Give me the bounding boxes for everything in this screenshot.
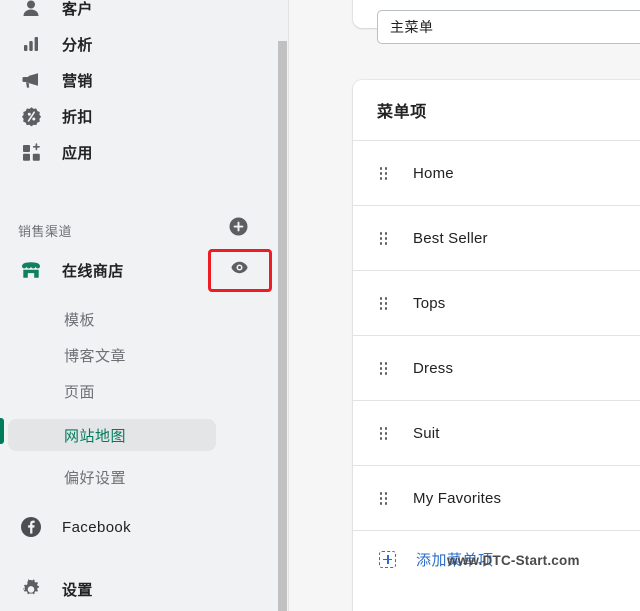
sidebar-item-label: 分析 xyxy=(62,36,93,54)
sidebar-item-sitemap[interactable]: 网站地图 xyxy=(8,419,216,451)
menu-item-row-best-seller[interactable]: Best Seller xyxy=(353,206,640,271)
watermark: www.DTC-Start.com xyxy=(447,553,580,568)
selected-indicator-bar xyxy=(0,418,4,444)
sidebar-item-settings[interactable]: 设置 xyxy=(8,573,218,605)
drag-handle-icon[interactable] xyxy=(379,297,391,311)
sidebar-item-pages[interactable]: 页面 xyxy=(8,375,216,407)
discount-badge-icon xyxy=(20,105,42,127)
sidebar-item-discounts[interactable]: 折扣 xyxy=(8,100,218,132)
preview-store-button[interactable] xyxy=(222,257,256,283)
sidebar-item-label: 营销 xyxy=(62,72,93,90)
sidebar-item-label: 在线商店 xyxy=(62,262,124,280)
drag-handle-icon[interactable] xyxy=(379,167,391,181)
sidebar-item-label: 折扣 xyxy=(62,108,93,126)
sidebar-item-blog-posts[interactable]: 博客文章 xyxy=(8,339,216,371)
sidebar-item-templates[interactable]: 模板 xyxy=(8,303,216,335)
sidebar-item-facebook[interactable]: Facebook xyxy=(8,511,218,543)
menu-title-input[interactable]: 主菜单 xyxy=(377,10,640,44)
menu-item-row-suit[interactable]: Suit xyxy=(353,401,640,466)
sidebar-item-analytics[interactable]: 分析 xyxy=(8,28,218,60)
sidebar-item-marketing[interactable]: 营销 xyxy=(8,64,218,96)
sidebar-item-label: 设置 xyxy=(62,581,93,599)
drag-handle-icon[interactable] xyxy=(379,492,391,506)
sidebar-scrollbar-thumb[interactable] xyxy=(278,41,287,611)
menu-items-heading: 菜单项 xyxy=(353,80,640,140)
add-sales-channel-button[interactable] xyxy=(226,217,250,241)
menu-title-card: 主菜单 xyxy=(353,0,640,44)
sidebar-section-heading: 销售渠道 xyxy=(18,224,73,239)
sidebar-subitem-label: 模板 xyxy=(64,311,96,329)
menu-item-label: Best Seller xyxy=(413,230,488,247)
sidebar-subitem-label: 页面 xyxy=(64,383,96,401)
sidebar-item-preferences[interactable]: 偏好设置 xyxy=(8,461,216,493)
drag-handle-icon[interactable] xyxy=(379,362,391,376)
eye-icon xyxy=(230,258,249,282)
facebook-icon xyxy=(20,516,42,538)
menu-item-row-dress[interactable]: Dress xyxy=(353,336,640,401)
row-divider xyxy=(353,530,640,531)
sidebar-item-customers[interactable]: 客户 xyxy=(8,0,218,24)
menu-items-heading-text: 菜单项 xyxy=(377,104,427,121)
menu-items-card: 菜单项 Home Best Seller Tops Dress Suit My … xyxy=(353,80,640,611)
menu-item-label: Suit xyxy=(413,425,440,442)
menu-item-row-my-favorites[interactable]: My Favorites xyxy=(353,466,640,531)
sidebar-item-label: 客户 xyxy=(62,0,93,18)
plus-circle-icon xyxy=(228,216,249,242)
menu-item-label: My Favorites xyxy=(413,490,502,507)
drag-handle-icon[interactable] xyxy=(379,427,391,441)
analytics-bar-chart-icon xyxy=(20,33,42,55)
menu-item-row-tops[interactable]: Tops xyxy=(353,271,640,336)
main-content: 主菜单 菜单项 Home Best Seller Tops Dress Suit… xyxy=(289,0,640,611)
online-store-icon xyxy=(20,259,42,281)
customers-icon xyxy=(20,0,42,19)
sidebar-item-label: 应用 xyxy=(62,144,93,162)
plus-dashed-icon xyxy=(379,550,396,568)
menu-item-label: Home xyxy=(413,165,454,182)
sidebar-item-apps[interactable]: 应用 xyxy=(8,136,218,168)
gear-icon xyxy=(20,578,42,600)
sidebar-subitem-label: 网站地图 xyxy=(64,427,127,445)
marketing-megaphone-icon xyxy=(20,69,42,91)
sidebar-item-label: Facebook xyxy=(62,518,132,536)
drag-handle-icon[interactable] xyxy=(379,232,391,246)
apps-grid-plus-icon xyxy=(20,141,42,163)
sidebar-item-online-store[interactable]: 在线商店 xyxy=(8,254,218,286)
sidebar-subitem-label: 偏好设置 xyxy=(64,469,127,487)
menu-item-label: Tops xyxy=(413,295,446,312)
sidebar-subitem-label: 博客文章 xyxy=(64,347,127,365)
sidebar: 客户 分析 营销 折扣 应用 销售渠道 在线商店 模板 博客文章 页面 网站地图… xyxy=(0,0,288,611)
menu-item-row-home[interactable]: Home xyxy=(353,141,640,206)
menu-item-label: Dress xyxy=(413,360,454,377)
